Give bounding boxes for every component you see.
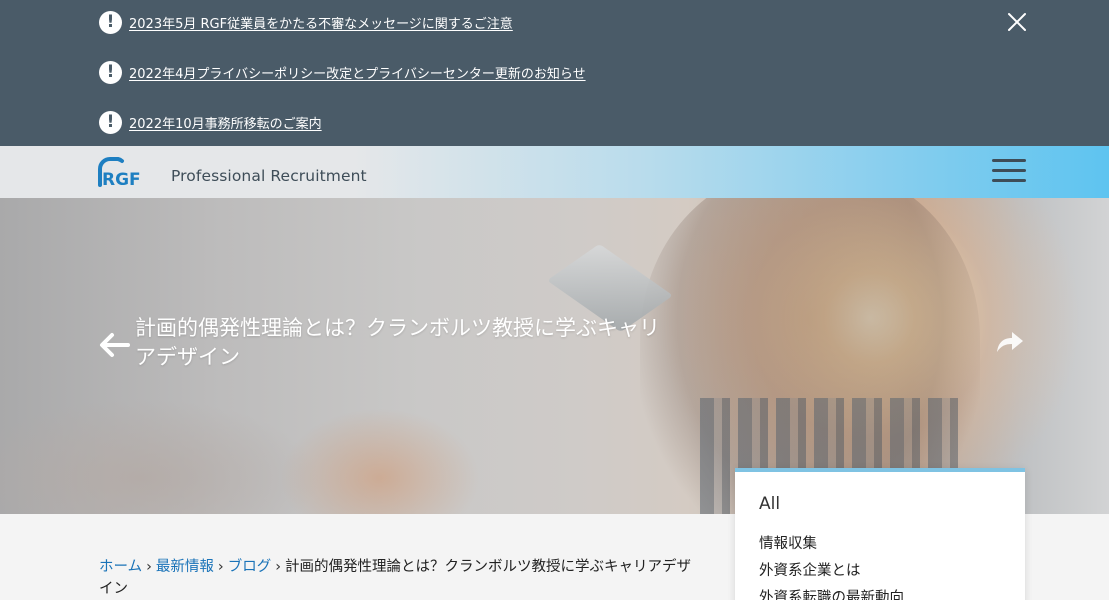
exclamation-circle-icon: ! <box>99 60 122 84</box>
category-item[interactable]: 情報収集 <box>759 531 904 558</box>
category-all[interactable]: All <box>759 494 780 514</box>
breadcrumb-separator: › <box>146 559 152 575</box>
logo-mark-text: RGF <box>102 170 141 187</box>
breadcrumb-news[interactable]: 最新情報 <box>156 559 214 575</box>
breadcrumb-separator: › <box>217 559 224 575</box>
site-logo[interactable]: RGF Professional Recruitment <box>98 155 367 189</box>
hero-title: 計画的偶発性理論とは？クランボルツ教授に学ぶキャリアデザイン <box>135 316 660 369</box>
category-item[interactable]: 外資系転職の最新動向 <box>759 585 904 600</box>
share-arrow-icon <box>997 332 1023 352</box>
site-header: RGF Professional Recruitment <box>0 146 1109 198</box>
logo-tagline: Professional Recruitment <box>171 167 367 185</box>
breadcrumb-separator: › <box>275 559 282 575</box>
notice-link[interactable]: 2023年5月 RGF従業員をかたる不審なメッセージに関するご注意 <box>129 13 513 32</box>
arrow-left-icon <box>100 333 130 357</box>
notice-bar: ! 2023年5月 RGF従業員をかたる不審なメッセージに関するご注意 ! 20… <box>0 0 1109 146</box>
hero-bokeh <box>0 398 320 514</box>
share-button[interactable] <box>996 330 1024 354</box>
hero-bokeh <box>280 408 480 514</box>
notice-item: ! 2022年4月プライバシーポリシー改定とプライバシーセンター更新のお知らせ <box>99 60 586 84</box>
notice-item: ! 2023年5月 RGF従業員をかたる不審なメッセージに関するご注意 <box>99 10 513 34</box>
notice-link[interactable]: 2022年10月事務所移転のご案内 <box>129 113 322 132</box>
close-icon <box>1008 13 1026 31</box>
breadcrumb: ホーム › 最新情報 › ブログ › 計画的偶発性理論とは？クランボルツ教授に学ぶキャリアデ… <box>99 556 699 600</box>
category-list: 情報収集 外資系企業とは 外資系転職の最新動向 <box>759 531 904 600</box>
exclamation-circle-icon: ! <box>99 110 122 134</box>
category-panel: All 情報収集 外資系企業とは 外資系転職の最新動向 <box>735 468 1025 600</box>
exclamation-circle-icon: ! <box>99 10 122 34</box>
hamburger-menu-icon[interactable] <box>992 159 1026 185</box>
hero-banner: 計画的偶発性理論とは？クランボルツ教授に学ぶキャリアデザイン <box>0 198 1109 514</box>
breadcrumb-home[interactable]: ホーム <box>99 559 142 575</box>
close-notices-button[interactable] <box>1006 11 1028 33</box>
rgf-logo-mark: RGF <box>98 157 141 187</box>
category-item[interactable]: 外資系企業とは <box>759 558 904 585</box>
previous-article-button[interactable] <box>98 332 130 358</box>
breadcrumb-blog[interactable]: ブログ <box>228 559 272 575</box>
notice-link[interactable]: 2022年4月プライバシーポリシー改定とプライバシーセンター更新のお知らせ <box>129 63 586 82</box>
notice-item: ! 2022年10月事務所移転のご案内 <box>99 110 322 134</box>
